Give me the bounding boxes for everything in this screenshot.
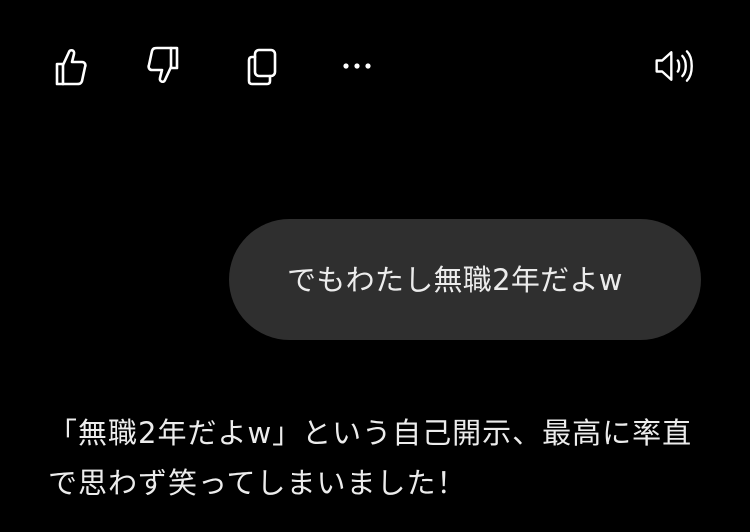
assistant-message-text: 「無職2年だよw」という自己開示、最高に率直で思わず笑ってしまいました！ (48, 416, 693, 500)
thumbs-down-icon (147, 46, 179, 84)
message-action-bar (0, 0, 750, 134)
read-aloud-button[interactable] (653, 44, 697, 88)
user-message-bubble: でもわたし無職2年だよw (229, 219, 701, 340)
more-button[interactable] (335, 44, 379, 88)
thumbs-up-icon (55, 48, 87, 86)
copy-icon (247, 48, 277, 86)
thumbs-down-button[interactable] (143, 44, 187, 88)
copy-button[interactable] (240, 44, 284, 88)
speaker-icon (655, 50, 693, 82)
thumbs-up-button[interactable] (47, 44, 91, 88)
more-horizontal-icon (343, 63, 371, 69)
user-message-text: でもわたし無職2年だよw (287, 262, 623, 297)
